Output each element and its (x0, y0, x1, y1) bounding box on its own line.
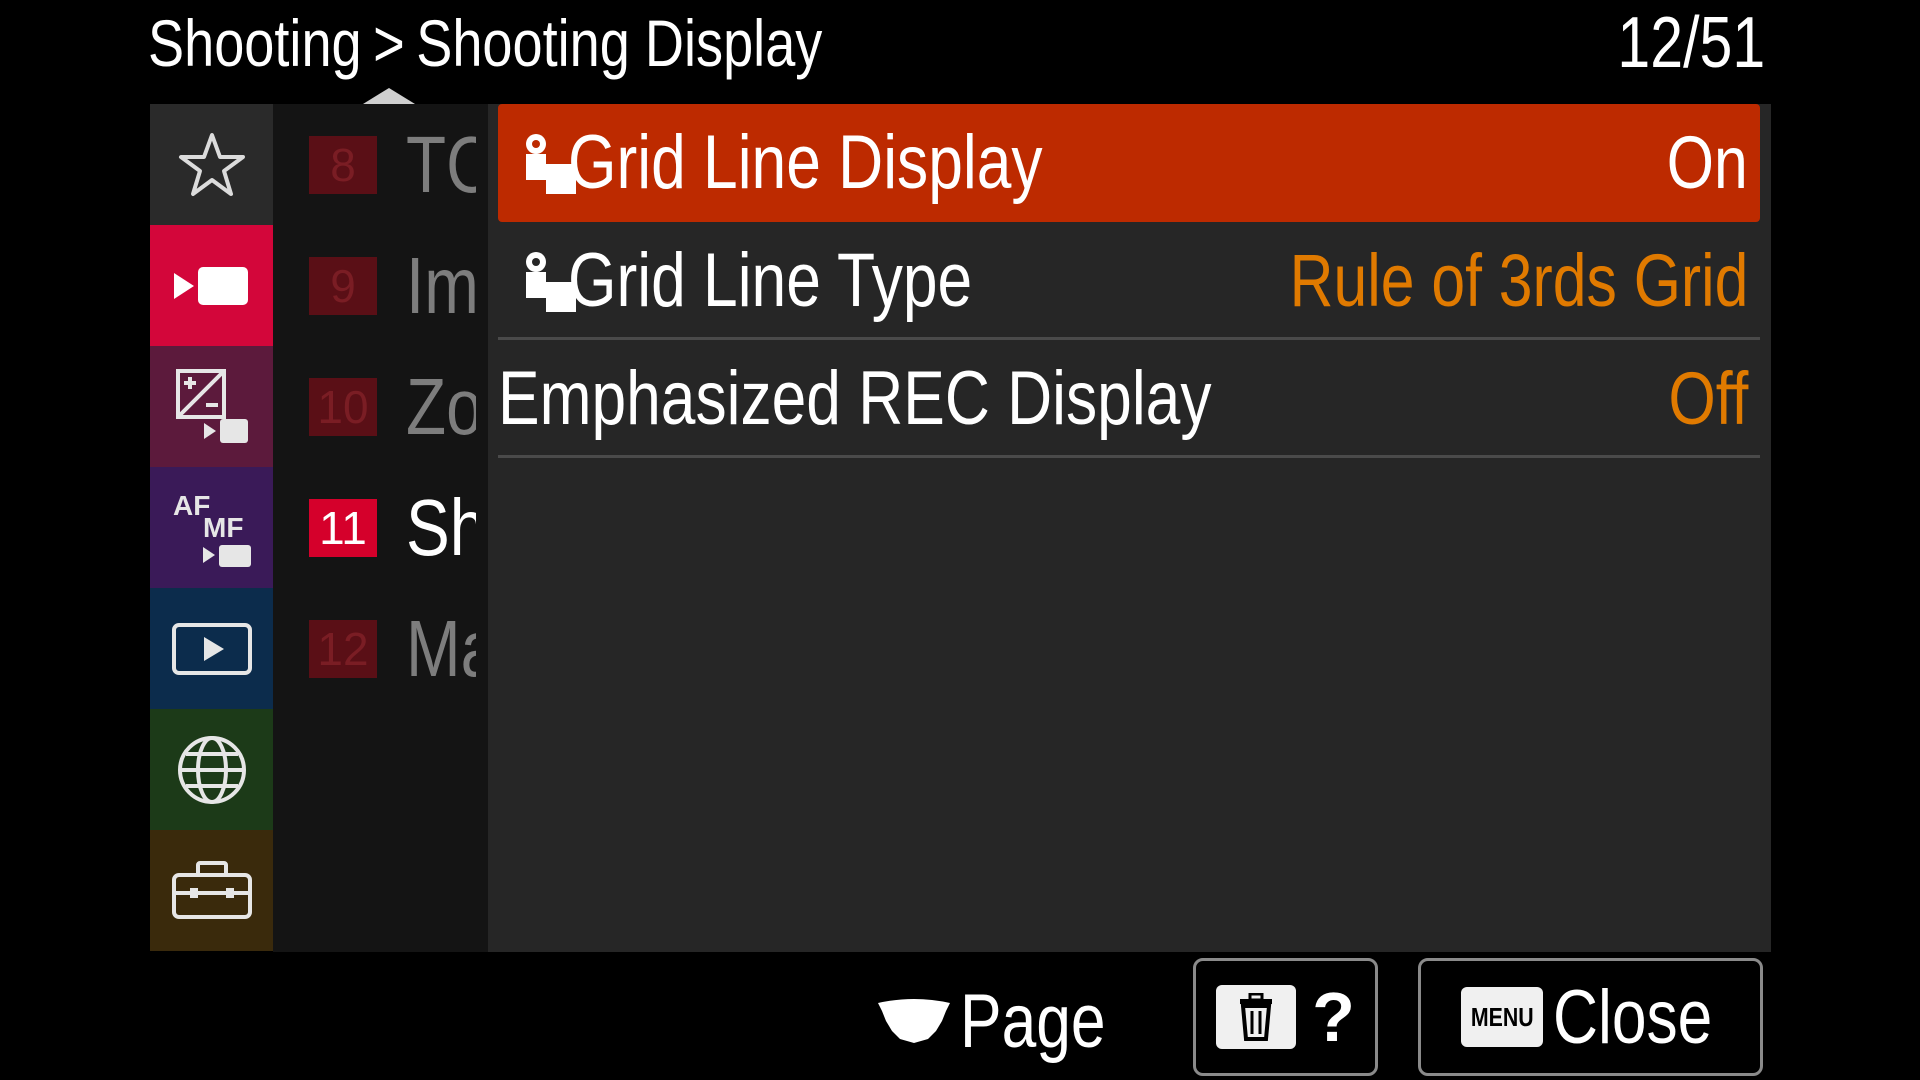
page-label: TC (406, 122, 476, 208)
menu-item-label: Grid Line Type (568, 238, 973, 323)
sidebar-tab-focus[interactable]: AF MF (150, 467, 273, 588)
breadcrumb-item-shooting-display: Shooting Display (416, 6, 823, 80)
menu-panel: Grid Line Display On Grid Line Type Rule… (488, 104, 1771, 952)
page-number: 12 (309, 620, 377, 678)
menu-key-icon: MENU (1461, 987, 1543, 1047)
star-icon (178, 132, 245, 196)
menu-item-emphasized-rec-display[interactable]: Emphasized REC Display Off (498, 340, 1760, 458)
sidebar-tab-playback[interactable] (150, 588, 273, 709)
breadcrumb: Shooting > Shooting Display (148, 8, 970, 78)
page-label: Sh (406, 485, 476, 571)
scroll-up-caret-icon[interactable] (363, 88, 415, 104)
page-hint-label: Page (960, 979, 1106, 1064)
af-mf-icon: AF MF (173, 490, 251, 567)
page-label: Im (406, 243, 476, 329)
page-item-8[interactable]: 8 TC (273, 104, 488, 225)
page-label: Zo (406, 364, 476, 450)
delete-help-button[interactable]: ? (1193, 958, 1378, 1076)
trash-icon (1216, 985, 1297, 1049)
help-label: ? (1312, 978, 1355, 1056)
sidebar-tab-exposure-color[interactable] (150, 346, 273, 467)
page-number: 8 (309, 136, 377, 194)
movie-camera-icon (173, 266, 248, 305)
menu-item-grid-line-type[interactable]: Grid Line Type Rule of 3rds Grid (498, 222, 1760, 340)
menu-item-grid-line-display[interactable]: Grid Line Display On (498, 104, 1760, 222)
footer: Page ? MENU Close (0, 952, 1920, 1080)
menu-item-label: Grid Line Display (568, 120, 1043, 205)
page-list: 8 TC 9 Im 10 Zo 11 Sh 12 Ma (273, 104, 488, 952)
page-item-11[interactable]: 11 Sh (273, 467, 488, 588)
row-divider (498, 455, 1760, 458)
breadcrumb-separator: > (373, 6, 405, 80)
menu-item-value: Off (1668, 357, 1748, 440)
menu-item-label: Emphasized REC Display (498, 356, 1212, 441)
close-label: Close (1553, 974, 1713, 1060)
playback-icon (171, 622, 252, 675)
menu-item-value: On (1667, 121, 1748, 204)
page-item-10[interactable]: 10 Zo (273, 346, 488, 467)
exposure-compensation-icon (175, 368, 248, 443)
page-item-12[interactable]: 12 Ma (273, 588, 488, 709)
sidebar-tab-my-menu[interactable] (150, 104, 273, 225)
page-label: Ma (406, 606, 476, 692)
page-hint: Page (876, 982, 1138, 1062)
page-number: 9 (309, 257, 377, 315)
page-item-9[interactable]: 9 Im (273, 225, 488, 346)
page-counter: 12/51 (1617, 3, 1765, 83)
toolbox-icon (171, 860, 252, 919)
sidebar: AF MF (150, 104, 273, 952)
sidebar-tab-shooting[interactable] (150, 225, 273, 346)
breadcrumb-item-shooting[interactable]: Shooting (148, 6, 362, 80)
mf-label: MF (203, 512, 243, 543)
page-number: 11 (309, 499, 377, 557)
close-button[interactable]: MENU Close (1418, 958, 1763, 1076)
globe-icon (177, 735, 246, 804)
sidebar-tab-network[interactable] (150, 709, 273, 830)
header: Shooting > Shooting Display 12/51 (0, 0, 1920, 104)
page-number: 10 (309, 378, 377, 436)
sidebar-tab-setup[interactable] (150, 830, 273, 951)
control-wheel-icon (878, 999, 950, 1043)
menu-item-value: Rule of 3rds Grid (1289, 239, 1748, 322)
